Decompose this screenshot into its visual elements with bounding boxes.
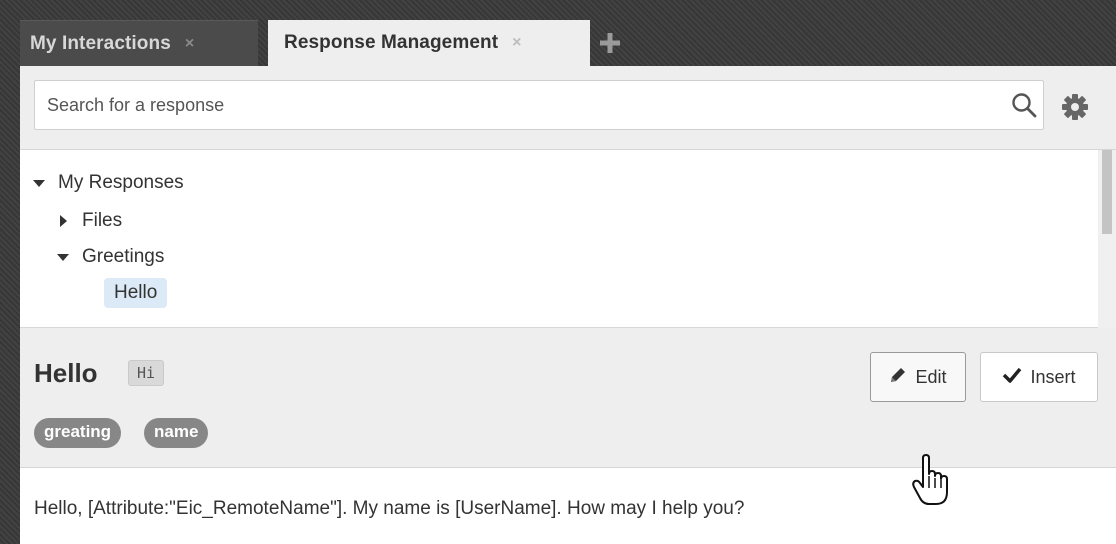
gear-icon[interactable] <box>1060 92 1090 122</box>
close-icon[interactable]: × <box>185 35 194 53</box>
tag-pill[interactable]: name <box>144 418 209 448</box>
response-text: Hello, [Attribute:"Eic_RemoteName"]. My … <box>34 498 745 519</box>
tab-label: My Interactions <box>30 32 171 54</box>
tree-item-label: Files <box>82 210 123 231</box>
tree-item-my-responses[interactable]: My Responses <box>32 168 184 198</box>
plus-icon[interactable] <box>598 20 622 66</box>
search-icon[interactable] <box>1011 92 1037 118</box>
search-box <box>34 80 1044 130</box>
caret-right-icon[interactable] <box>56 214 70 228</box>
hand-cursor-icon <box>912 454 948 506</box>
tab-strip: My Interactions × Response Management × <box>20 20 622 66</box>
tree-item-label: Hello <box>104 278 168 308</box>
tree-item-label: Greetings <box>82 246 165 267</box>
insert-label: Insert <box>1030 366 1076 387</box>
tab-response-management[interactable]: Response Management × <box>268 20 590 66</box>
tab-label: Response Management <box>284 32 499 53</box>
close-icon[interactable]: × <box>512 34 521 52</box>
response-title: Hello <box>34 358 98 388</box>
response-management-panel: My Responses Files Greetings Hello Hello… <box>20 66 1116 544</box>
scrollbar-thumb[interactable] <box>1102 150 1112 234</box>
search-bar <box>20 66 1116 150</box>
response-body: Hello, [Attribute:"Eic_RemoteName"]. My … <box>20 468 1116 544</box>
tree-item-hello[interactable]: Hello <box>104 278 168 308</box>
search-input[interactable] <box>35 81 995 129</box>
shortcut-badge: Hi <box>128 360 165 386</box>
insert-button[interactable]: Insert <box>980 352 1098 402</box>
tree-item-label: My Responses <box>58 172 184 193</box>
caret-down-icon[interactable] <box>32 176 46 190</box>
edit-button[interactable]: Edit <box>870 352 966 402</box>
tab-my-interactions[interactable]: My Interactions × <box>20 20 258 66</box>
response-tree: My Responses Files Greetings Hello <box>20 150 1116 328</box>
tree-scrollbar[interactable] <box>1098 150 1116 328</box>
tree-item-greetings[interactable]: Greetings <box>56 242 164 272</box>
caret-down-icon[interactable] <box>56 250 70 264</box>
tree-item-files[interactable]: Files <box>56 206 122 236</box>
response-header: Hello Hi greating name Edit Insert <box>20 328 1116 468</box>
checkmark-icon <box>1002 366 1022 389</box>
pencil-icon <box>889 366 907 389</box>
tag-pill[interactable]: greating <box>34 418 122 448</box>
edit-label: Edit <box>915 366 947 387</box>
